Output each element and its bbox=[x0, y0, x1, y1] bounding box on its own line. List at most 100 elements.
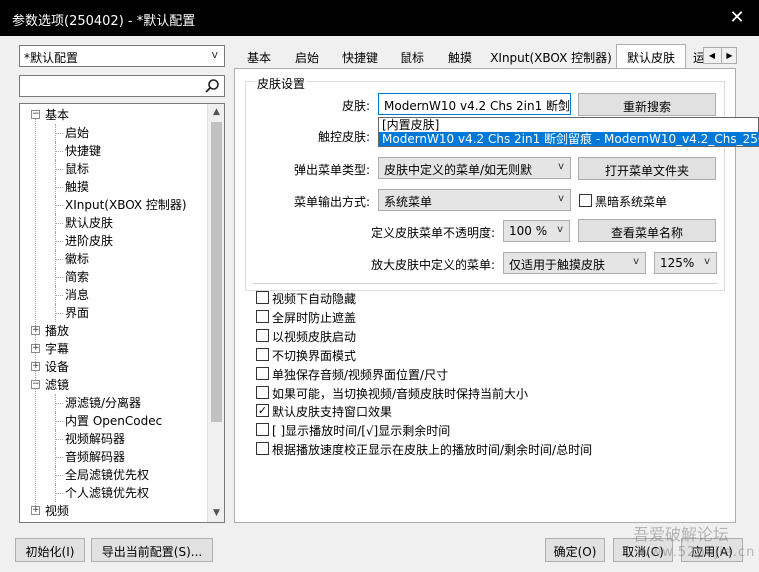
option-label: 不切换界面模式 bbox=[272, 349, 357, 363]
scroll-down-icon[interactable]: ▼ bbox=[208, 505, 224, 522]
dark-menu-checkbox[interactable] bbox=[579, 194, 592, 207]
tree-item[interactable]: 简索 bbox=[65, 268, 89, 286]
popup-menu-value: 皮肤中定义的菜单/如无则默 bbox=[384, 163, 533, 177]
expand-icon[interactable]: + bbox=[31, 344, 40, 353]
dark-menu-label: 黑暗系统菜单 bbox=[595, 195, 668, 209]
tree-category[interactable]: 设备 bbox=[45, 358, 69, 376]
tree-item[interactable]: 启始 bbox=[65, 124, 89, 142]
tree-guide bbox=[55, 475, 63, 476]
tree-guide bbox=[55, 142, 56, 160]
export-config-button[interactable]: 导出当前配置(S)... bbox=[91, 538, 213, 562]
ok-button[interactable]: 确定(O) bbox=[545, 538, 605, 562]
enlarge-mode-select[interactable]: 仅适用于触摸皮肤 v bbox=[503, 252, 646, 274]
option-checkbox[interactable] bbox=[256, 310, 269, 323]
tree-guide bbox=[55, 403, 63, 404]
tree-guide bbox=[55, 259, 63, 260]
collapse-icon[interactable]: − bbox=[31, 380, 40, 389]
menu-output-value: 系统菜单 bbox=[384, 195, 433, 209]
tree-item[interactable]: 鼠标 bbox=[65, 160, 89, 178]
close-icon[interactable]: ✕ bbox=[723, 6, 751, 30]
option-label: 单独保存音频/视频界面位置/尺寸 bbox=[272, 368, 449, 382]
option-label: 全屏时防止遮盖 bbox=[272, 311, 357, 325]
tree-item[interactable]: 默认皮肤 bbox=[65, 214, 113, 232]
enlarge-scale-select[interactable]: 125% v bbox=[654, 252, 717, 274]
tree-item[interactable]: XInput(XBOX 控制器) bbox=[65, 196, 187, 214]
tree-item[interactable]: 界面 bbox=[65, 304, 89, 322]
tree-guide bbox=[55, 295, 63, 296]
option-checkbox[interactable] bbox=[256, 423, 269, 436]
skin-dropdown-list: [内置皮肤] ModernW10 v4.2 Chs 2in1 断剑留痕 - Mo… bbox=[378, 117, 759, 147]
research-button[interactable]: 重新搜索 bbox=[578, 93, 716, 116]
popup-menu-select[interactable]: 皮肤中定义的菜单/如无则默 v bbox=[378, 157, 571, 179]
dropdown-option-selected[interactable]: ModernW10 v4.2 Chs 2in1 断剑留痕 - ModernW10… bbox=[379, 132, 759, 146]
tree-item[interactable]: 快捷键 bbox=[65, 142, 101, 160]
tree-item[interactable]: 视频解码器 bbox=[65, 430, 125, 448]
tab-default-skin[interactable]: 默认皮肤 bbox=[616, 44, 686, 69]
tree-item[interactable]: 徽标 bbox=[65, 250, 89, 268]
scrollbar-thumb[interactable] bbox=[211, 122, 222, 422]
tree-item[interactable]: 全局滤镜优先权 bbox=[65, 466, 149, 484]
watermark-line2: www.52pojie.cn bbox=[639, 545, 756, 560]
opacity-select[interactable]: 100 % v bbox=[503, 220, 570, 242]
option-checkbox[interactable] bbox=[256, 386, 269, 399]
expand-icon[interactable]: + bbox=[31, 326, 40, 335]
option-checkbox[interactable] bbox=[256, 367, 269, 380]
chevron-down-icon: v bbox=[558, 161, 564, 172]
tab-scroll-left-icon[interactable]: ◀ bbox=[704, 48, 720, 63]
tree-guide bbox=[55, 394, 56, 412]
dropdown-option[interactable]: [内置皮肤] bbox=[379, 118, 759, 132]
collapse-icon[interactable]: − bbox=[31, 110, 40, 119]
watermark: 吾爱破解论坛 www.52pojie.cn bbox=[633, 527, 754, 561]
tree-guide bbox=[55, 133, 63, 134]
menu-output-select[interactable]: 系统菜单 v bbox=[378, 189, 571, 211]
option-checkbox[interactable]: ✓ bbox=[256, 404, 269, 417]
tab-touch[interactable]: 触摸 bbox=[440, 46, 480, 68]
tab-scroll-right-icon[interactable]: ▶ bbox=[721, 48, 737, 63]
tree-item[interactable]: 源滤镜/分离器 bbox=[65, 394, 141, 412]
option-checkbox[interactable] bbox=[256, 329, 269, 342]
tab-mouse[interactable]: 鼠标 bbox=[392, 46, 432, 68]
tree-item[interactable]: 进阶皮肤 bbox=[65, 232, 113, 250]
tree-guide bbox=[35, 112, 36, 508]
tree-item[interactable]: 触摸 bbox=[65, 178, 89, 196]
opacity-value: 100 % bbox=[509, 224, 548, 238]
option-checkbox[interactable] bbox=[256, 291, 269, 304]
tree-item[interactable]: 个人滤镜优先权 bbox=[65, 484, 149, 502]
chevron-down-icon: v bbox=[558, 193, 564, 204]
divider bbox=[253, 283, 717, 284]
expand-icon[interactable]: + bbox=[31, 506, 40, 515]
tab-basic[interactable]: 基本 bbox=[238, 46, 280, 68]
init-button[interactable]: 初始化(I) bbox=[15, 538, 85, 562]
tree-category[interactable]: 滤镜 bbox=[45, 376, 69, 394]
tab-xinput[interactable]: XInput(XBOX 控制器) bbox=[488, 46, 614, 68]
skin-label: 皮肤: bbox=[341, 99, 370, 113]
tab-startup[interactable]: 启始 bbox=[286, 46, 328, 68]
tree-category[interactable]: 字幕 bbox=[45, 340, 69, 358]
tree-item[interactable]: 内置 OpenCodec bbox=[65, 412, 162, 430]
tree-guide bbox=[55, 439, 63, 440]
tab-bar: 基本 启始 快捷键 鼠标 触摸 XInput(XBOX 控制器) 默认皮肤 运 bbox=[234, 44, 736, 69]
option-checkbox[interactable] bbox=[256, 348, 269, 361]
scroll-up-icon[interactable]: ▲ bbox=[208, 104, 224, 121]
chevron-down-icon: v bbox=[211, 48, 218, 61]
tree-category[interactable]: 播放 bbox=[45, 322, 69, 340]
profile-select[interactable]: *默认配置 v bbox=[19, 45, 225, 67]
tree-item[interactable]: 消息 bbox=[65, 286, 89, 304]
tree-item[interactable]: 音频解码器 bbox=[65, 448, 125, 466]
search-icon[interactable] bbox=[204, 78, 220, 94]
settings-tree[interactable]: ▲ ▼ − 基本 启始 快捷键 鼠标 触摸 XInput(XBOX 控制器) 默认皮肤 进阶皮肤… bbox=[19, 103, 225, 523]
profile-value: *默认配置 bbox=[24, 51, 79, 65]
skin-select[interactable]: ModernW10 v4.2 Chs 2in1 断剑留痕 ʌ bbox=[378, 93, 571, 115]
search-input[interactable] bbox=[19, 75, 225, 97]
tree-category[interactable]: 基本 bbox=[45, 106, 69, 124]
option-checkbox[interactable] bbox=[256, 442, 269, 455]
tree-scrollbar[interactable]: ▲ ▼ bbox=[207, 104, 224, 522]
tree-category[interactable]: 视频 bbox=[45, 502, 69, 520]
view-menu-names-button[interactable]: 查看菜单名称 bbox=[578, 219, 716, 242]
tree-guide bbox=[55, 232, 56, 250]
open-menu-folder-button[interactable]: 打开菜单文件夹 bbox=[578, 157, 716, 180]
enlarge-mode-value: 仅适用于触摸皮肤 bbox=[509, 258, 606, 272]
expand-icon[interactable]: + bbox=[31, 362, 40, 371]
tab-hotkeys[interactable]: 快捷键 bbox=[334, 46, 386, 68]
option-label: 如果可能，当切换视频/音频皮肤时保持当前大小 bbox=[272, 387, 529, 401]
